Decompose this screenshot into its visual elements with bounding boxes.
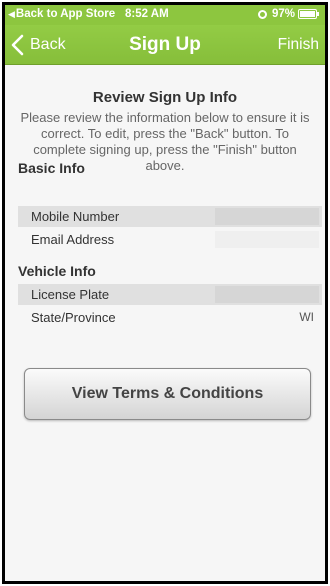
status-bar: ◀ Back to App Store 8:52 AM 97% bbox=[5, 5, 325, 25]
back-to-app-store-label: Back to App Store bbox=[15, 8, 116, 20]
alarm-icon bbox=[257, 9, 267, 19]
review-title: Review Sign Up Info bbox=[92, 89, 238, 106]
mobile-number-label: Mobile Number bbox=[31, 209, 120, 224]
back-triangle-icon: ◀ bbox=[8, 8, 15, 19]
basic-info-header: Basic Info bbox=[18, 160, 85, 176]
navigation-bar: Back Sign Up Finish bbox=[5, 25, 325, 65]
finish-button[interactable]: Finish bbox=[278, 36, 319, 54]
license-plate-label: License Plate bbox=[31, 287, 110, 302]
main-content: Review Sign Up Info Please review the in… bbox=[5, 66, 325, 581]
email-address-value bbox=[215, 231, 319, 248]
email-address-row: Email Address bbox=[18, 229, 322, 250]
status-indicators: 97% bbox=[257, 8, 320, 20]
view-terms-button[interactable]: View Terms & Conditions bbox=[24, 368, 311, 420]
battery-percent: 97% bbox=[271, 8, 295, 20]
status-time: 8:52 AM bbox=[125, 8, 169, 20]
app-frame: ◀ Back to App Store 8:52 AM 97% Back Sig… bbox=[2, 2, 328, 584]
state-province-label: State/Province bbox=[31, 310, 116, 325]
mobile-number-value bbox=[215, 208, 319, 225]
email-address-label: Email Address bbox=[31, 232, 115, 247]
state-province-row: State/Province WI bbox=[18, 307, 322, 328]
vehicle-info-header: Vehicle Info bbox=[18, 263, 96, 279]
license-plate-value bbox=[215, 286, 319, 303]
state-province-value: WI bbox=[299, 310, 314, 324]
battery-icon bbox=[298, 9, 320, 19]
license-plate-row: License Plate bbox=[18, 284, 322, 305]
back-to-app-store[interactable]: ◀ Back to App Store bbox=[8, 8, 115, 20]
mobile-number-row: Mobile Number bbox=[18, 206, 322, 227]
